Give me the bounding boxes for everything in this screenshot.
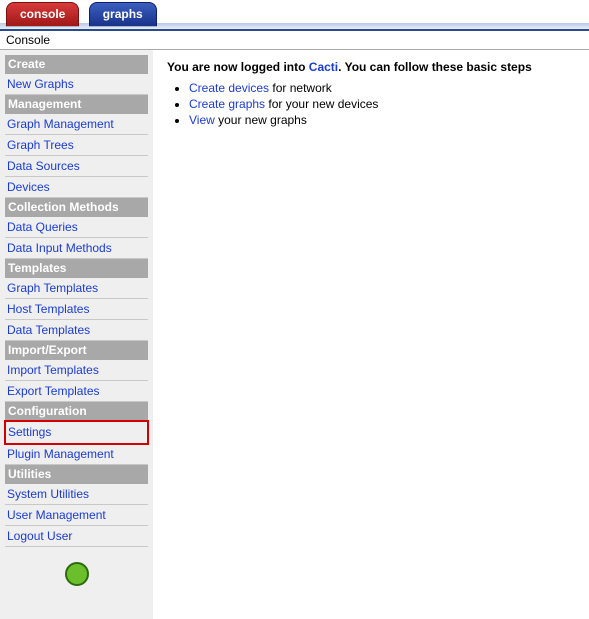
intro-text: You are now logged into: [167, 60, 309, 74]
sidebar-item-data-sources[interactable]: Data Sources: [5, 156, 148, 177]
sidebar-item-system-utilities[interactable]: System Utilities: [5, 484, 148, 505]
sidebar-item-graph-trees[interactable]: Graph Trees: [5, 135, 148, 156]
sidebar-item-data-input-methods[interactable]: Data Input Methods: [5, 238, 148, 259]
sidebar-item-plugin-management[interactable]: Plugin Management: [5, 444, 148, 465]
sidebar-section-header: Create: [5, 55, 148, 74]
sidebar-item-new-graphs[interactable]: New Graphs: [5, 74, 148, 95]
sidebar-section-header: Utilities: [5, 465, 148, 484]
sidebar-section-header: Import/Export: [5, 341, 148, 360]
sidebar-item-settings[interactable]: Settings: [5, 421, 148, 444]
tab-graphs[interactable]: graphs: [89, 2, 157, 26]
intro-text-suffix: . You can follow these basic steps: [338, 60, 532, 74]
sidebar-item-devices[interactable]: Devices: [5, 177, 148, 198]
cactus-icon: [65, 562, 89, 586]
step-text: your new graphs: [215, 113, 307, 127]
sidebar-section-header: Templates: [5, 259, 148, 278]
main-content: You are now logged into Cacti. You can f…: [153, 50, 589, 619]
step-link[interactable]: Create devices: [189, 81, 269, 95]
sidebar-section-header: Configuration: [5, 402, 148, 421]
sidebar-item-logout-user[interactable]: Logout User: [5, 526, 148, 547]
sidebar-section-header: Management: [5, 95, 148, 114]
step-link[interactable]: View: [189, 113, 215, 127]
sidebar: CreateNew GraphsManagementGraph Manageme…: [0, 50, 153, 619]
step-item: View your new graphs: [189, 112, 583, 128]
sidebar-item-graph-templates[interactable]: Graph Templates: [5, 278, 148, 299]
sidebar-item-data-queries[interactable]: Data Queries: [5, 217, 148, 238]
sidebar-item-user-management[interactable]: User Management: [5, 505, 148, 526]
step-text: for network: [269, 81, 332, 95]
sidebar-item-data-templates[interactable]: Data Templates: [5, 320, 148, 341]
breadcrumb: Console: [0, 31, 589, 50]
sidebar-item-host-templates[interactable]: Host Templates: [5, 299, 148, 320]
sidebar-item-import-templates[interactable]: Import Templates: [5, 360, 148, 381]
step-text: for your new devices: [265, 97, 378, 111]
sidebar-item-graph-management[interactable]: Graph Management: [5, 114, 148, 135]
sidebar-item-export-templates[interactable]: Export Templates: [5, 381, 148, 402]
getting-started-steps: Create devices for networkCreate graphs …: [171, 80, 583, 128]
tab-bar: console graphs: [0, 0, 589, 31]
welcome-message: You are now logged into Cacti. You can f…: [167, 60, 583, 74]
step-item: Create graphs for your new devices: [189, 96, 583, 112]
sidebar-section-header: Collection Methods: [5, 198, 148, 217]
step-link[interactable]: Create graphs: [189, 97, 265, 111]
step-item: Create devices for network: [189, 80, 583, 96]
tab-console[interactable]: console: [6, 2, 79, 26]
brand-name: Cacti: [309, 60, 338, 74]
